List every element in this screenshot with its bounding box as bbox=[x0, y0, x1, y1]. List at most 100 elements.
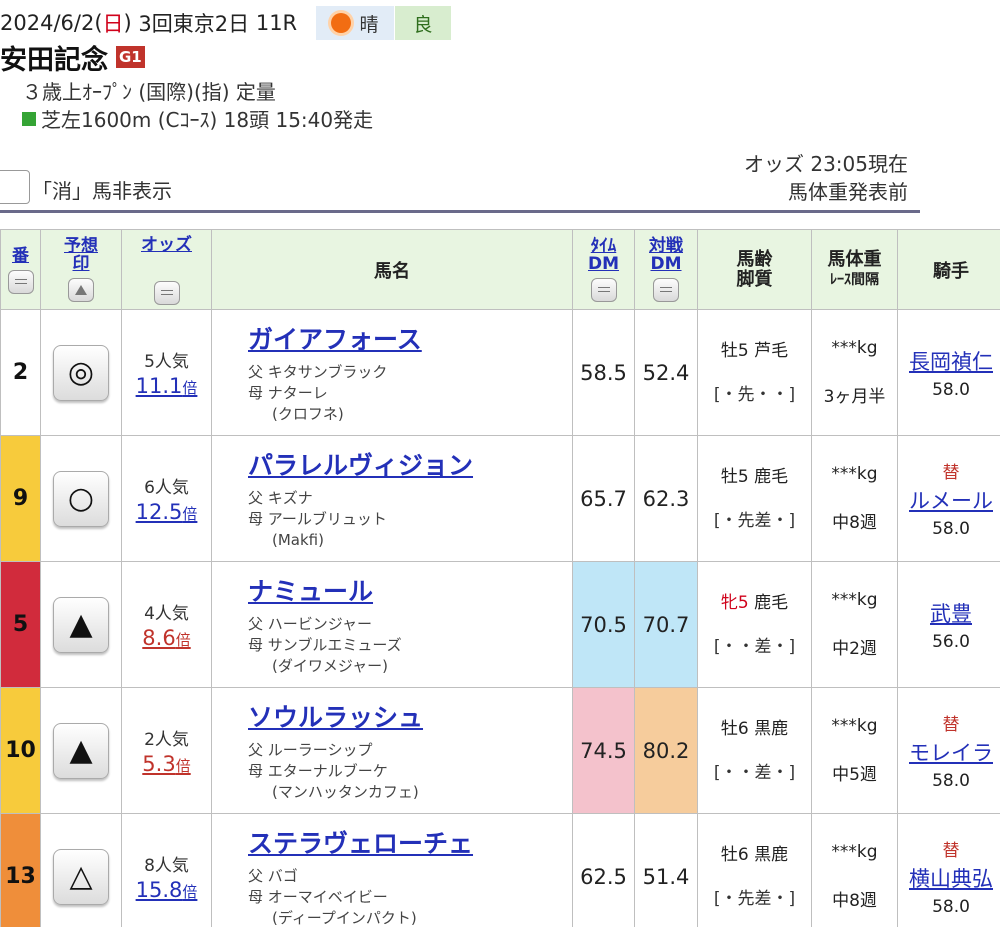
horse-number: 10 bbox=[0, 687, 41, 814]
broodmare-sire: (Makfi) bbox=[272, 531, 324, 549]
prediction-mark-cell: ▲ bbox=[40, 687, 122, 814]
odds-link[interactable]: 5.3倍 bbox=[142, 752, 190, 776]
header-horse: 馬名 bbox=[211, 229, 573, 310]
prediction-mark-button[interactable]: △ bbox=[53, 848, 109, 905]
sort-time-dm-link[interactable]: ﾀｲﾑDM bbox=[586, 237, 622, 273]
race-interval: 中8週 bbox=[832, 513, 877, 533]
header-jockey: 騎手 bbox=[897, 229, 1000, 310]
coat-color: 鹿毛 bbox=[754, 592, 789, 613]
time-dm: 65.7 bbox=[572, 435, 635, 562]
header-style-label: 脚質 bbox=[736, 268, 773, 290]
coat-color: 黒鹿 bbox=[754, 718, 789, 739]
odds-unit: 倍 bbox=[175, 631, 191, 649]
race-interval: 中2週 bbox=[832, 639, 877, 659]
horse-name-link[interactable]: ソウルラッシュ bbox=[248, 698, 572, 734]
weather-text: 晴 bbox=[359, 13, 379, 36]
weight-interval-cell: ***kg 中5週 bbox=[811, 687, 898, 814]
age-style-cell: 牝5 鹿毛 [・・差・] bbox=[697, 561, 812, 688]
header-age-label: 馬齢 bbox=[736, 248, 773, 270]
weight-interval-cell: ***kg 中2週 bbox=[811, 561, 898, 688]
sort-mark-link[interactable]: 予想印 bbox=[61, 237, 101, 273]
sort-ascending-icon[interactable] bbox=[68, 278, 94, 302]
horse-cell: ナミュール父 ハービンジャー母 サンブルエミューズ (ダイワメジャー) bbox=[211, 561, 573, 688]
jockey-cell: 武豊 56.0 bbox=[897, 561, 1000, 688]
time-dm: 74.5 bbox=[572, 687, 635, 814]
horse-cell: ソウルラッシュ父 ルーラーシップ母 エターナルブーケ (マンハッタンカフェ) bbox=[211, 687, 573, 814]
header-time-dm[interactable]: ﾀｲﾑDM bbox=[572, 229, 635, 310]
weather-badge: 晴 bbox=[316, 6, 394, 40]
sire: 父 バゴ bbox=[248, 867, 298, 885]
running-style: [・先・・] bbox=[713, 384, 796, 405]
horse-number: 13 bbox=[0, 813, 41, 927]
popularity: 8人気 bbox=[144, 856, 189, 876]
sort-icon[interactable] bbox=[7, 270, 34, 294]
time-dm: 70.5 bbox=[572, 561, 635, 688]
horse-number: 2 bbox=[0, 309, 41, 436]
hide-scratched-label: 「消」馬非表示 bbox=[32, 179, 172, 203]
race-number: 11R bbox=[255, 11, 298, 35]
sort-number-link[interactable]: 番 bbox=[12, 246, 29, 266]
odds-link[interactable]: 12.5倍 bbox=[136, 500, 198, 524]
jockey-name-link[interactable]: 長岡禎仁 bbox=[898, 346, 1000, 376]
header-weight-label: 馬体重 bbox=[827, 248, 882, 270]
table-row: 2 ◎ 5人気 11.1倍 ガイアフォース父 キタサンブラック母 ナターレ (クロフネ) 5… bbox=[0, 309, 1000, 436]
horse-weight: ***kg bbox=[831, 842, 878, 862]
weight-interval-cell: ***kg 3ヶ月半 bbox=[811, 309, 898, 436]
sex-age: 牡6 bbox=[720, 844, 749, 865]
dam: 母 ナターレ bbox=[248, 384, 328, 402]
sort-icon[interactable] bbox=[653, 278, 679, 302]
age-style-cell: 牡6 黒鹿 [・・差・] bbox=[697, 687, 812, 814]
header-mark[interactable]: 予想印 bbox=[40, 229, 122, 310]
sex-age: 牝5 bbox=[720, 592, 749, 613]
time-dm: 62.5 bbox=[572, 813, 635, 927]
sire: 父 キタサンブラック bbox=[248, 363, 388, 381]
sex-age: 牡5 bbox=[720, 466, 749, 487]
grade-badge: G1 bbox=[116, 46, 145, 68]
odds-value: 8.6 bbox=[142, 626, 176, 650]
horse-number: 5 bbox=[0, 561, 41, 688]
sort-odds-link[interactable]: オッズ bbox=[141, 235, 192, 255]
broodmare-sire: (クロフネ) bbox=[272, 405, 344, 423]
horse-name-link[interactable]: ステラヴェローチェ bbox=[248, 824, 572, 860]
odds-cell: 4人気 8.6倍 bbox=[121, 561, 212, 688]
prediction-mark-button[interactable]: ▲ bbox=[53, 596, 109, 653]
odds-cell: 8人気 15.8倍 bbox=[121, 813, 212, 927]
odds-link[interactable]: 8.6倍 bbox=[142, 626, 190, 650]
jockey-name-link[interactable]: 横山典弘 bbox=[898, 863, 1000, 893]
race-date: 2024/6/2 bbox=[0, 11, 95, 35]
prediction-mark-button[interactable]: ◎ bbox=[53, 344, 109, 401]
sort-icon[interactable] bbox=[590, 278, 617, 302]
age-style-cell: 牡5 芦毛 [・先・・] bbox=[697, 309, 812, 436]
prediction-mark-cell: ▲ bbox=[40, 561, 122, 688]
sire: 父 ルーラーシップ bbox=[248, 741, 373, 759]
header-battle-dm[interactable]: 対戦DM bbox=[634, 229, 698, 310]
sort-battle-dm-link[interactable]: 対戦DM bbox=[648, 237, 684, 273]
jockey-change-badge: 替 bbox=[942, 715, 960, 735]
battle-dm: 62.3 bbox=[634, 435, 698, 562]
entries-table: 番 予想印 オッズ 馬名 ﾀｲﾑDM 対戦DM 馬齢 脚質 馬体重 ﾚｰｽ間隔 … bbox=[0, 229, 1000, 927]
hide-scratched-checkbox[interactable] bbox=[0, 170, 30, 204]
odds-cell: 5人気 11.1倍 bbox=[121, 309, 212, 436]
jockey-name-link[interactable]: ルメール bbox=[898, 485, 1000, 515]
odds-link[interactable]: 15.8倍 bbox=[136, 878, 198, 902]
horse-weight: ***kg bbox=[831, 464, 878, 484]
race-conditions: ３歳上ｵｰﾌﾟﾝ (国際)(指) 定量 bbox=[22, 80, 276, 104]
broodmare-sire: (マンハッタンカフェ) bbox=[272, 783, 419, 801]
horse-name-link[interactable]: パラレルヴィジョン bbox=[248, 446, 572, 482]
prediction-mark-button[interactable]: ○ bbox=[53, 470, 109, 527]
odds-link[interactable]: 11.1倍 bbox=[136, 374, 198, 398]
coat-color: 鹿毛 bbox=[754, 466, 789, 487]
jockey-name-link[interactable]: 武豊 bbox=[898, 598, 1000, 628]
horse-name-link[interactable]: ガイアフォース bbox=[248, 320, 572, 356]
prediction-mark-button[interactable]: ▲ bbox=[53, 722, 109, 779]
dam: 母 エターナルブーケ bbox=[248, 762, 388, 780]
battle-dm: 80.2 bbox=[634, 687, 698, 814]
table-row: 5 ▲ 4人気 8.6倍 ナミュール父 ハービンジャー母 サンブルエミューズ (ダイワメジ… bbox=[0, 561, 1000, 688]
header-number[interactable]: 番 bbox=[0, 229, 41, 310]
jockey-name-link[interactable]: モレイラ bbox=[898, 737, 1000, 767]
battle-dm: 70.7 bbox=[634, 561, 698, 688]
odds-cell: 2人気 5.3倍 bbox=[121, 687, 212, 814]
header-odds[interactable]: オッズ bbox=[121, 229, 212, 310]
horse-name-link[interactable]: ナミュール bbox=[248, 572, 572, 608]
sort-icon[interactable] bbox=[153, 281, 180, 305]
